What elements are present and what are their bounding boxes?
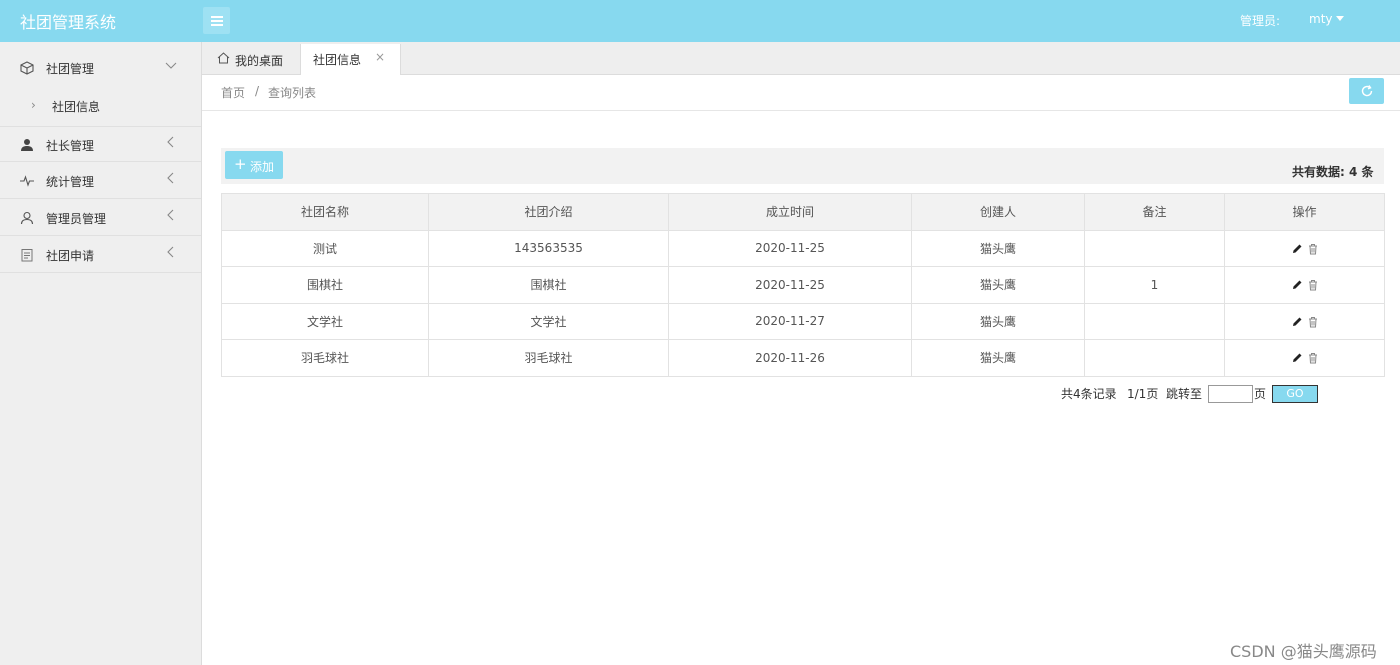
cell-actions [1224, 302, 1385, 340]
club-table: 社团名称 社团介绍 成立时间 创建人 备注 操作 测试 143563535 20… [221, 193, 1385, 377]
chevron-down-icon [165, 59, 177, 74]
trash-icon[interactable] [1307, 279, 1319, 291]
pagination-records: 共4条记录 [1061, 387, 1117, 401]
sidebar-item-club-application[interactable]: 社团申请 [0, 237, 201, 273]
table-row: 文学社 文学社 2020-11-27 猫头鹰 [221, 302, 1385, 340]
cell-club-name: 文学社 [221, 302, 429, 340]
sidebar-item-president-management[interactable]: 社长管理 [0, 126, 201, 162]
column-header: 创建人 [911, 193, 1085, 231]
edit-icon[interactable] [1291, 243, 1303, 255]
cell-club-intro: 文学社 [428, 302, 669, 340]
edit-icon[interactable] [1291, 279, 1303, 291]
sidebar-item-admin-management[interactable]: 管理员管理 [0, 200, 201, 236]
cell-actions [1224, 229, 1385, 267]
cell-founded-date: 2020-11-27 [668, 302, 912, 340]
sidebar-item-label: 社团管理 [46, 62, 95, 76]
cell-remark: 1 [1084, 266, 1225, 304]
breadcrumb-current: 查询列表 [268, 86, 317, 100]
table-row: 羽毛球社 羽毛球社 2020-11-26 猫头鹰 [221, 339, 1385, 377]
table-row: 围棋社 围棋社 2020-11-25 猫头鹰 1 [221, 266, 1385, 304]
breadcrumb-home[interactable]: 首页 [221, 84, 245, 101]
trash-icon[interactable] [1307, 243, 1319, 255]
cell-club-name: 围棋社 [221, 266, 429, 304]
breadcrumb: 首页 / 查询列表 [202, 75, 1400, 111]
column-header: 社团介绍 [428, 193, 669, 231]
sidebar-item-label: 统计管理 [46, 175, 95, 189]
top-header: 社团管理系统 管理员: mty [0, 0, 1400, 42]
table-header-row: 社团名称 社团介绍 成立时间 创建人 备注 操作 [221, 193, 1385, 231]
trash-icon[interactable] [1307, 316, 1319, 328]
admin-user-menu[interactable]: mty [1309, 12, 1333, 26]
cell-creator: 猫头鹰 [911, 302, 1085, 340]
cell-creator: 猫头鹰 [911, 229, 1085, 267]
tab-label: 我的桌面 [235, 54, 284, 68]
cell-creator: 猫头鹰 [911, 266, 1085, 304]
box-icon [20, 61, 34, 75]
go-button[interactable]: GO [1272, 385, 1318, 403]
pagination-jump-label: 跳转至 [1166, 387, 1203, 401]
cell-founded-date: 2020-11-26 [668, 339, 912, 377]
edit-icon[interactable] [1291, 316, 1303, 328]
cell-actions [1224, 266, 1385, 304]
table-toolbar: + 添加 共有数据: 4 条 [221, 148, 1384, 184]
chevron-down-icon[interactable] [1336, 16, 1344, 21]
tab-my-desktop[interactable]: 我的桌面 [204, 44, 300, 76]
page-number-input[interactable] [1208, 385, 1253, 403]
home-icon [217, 52, 230, 64]
total-count: 共有数据: 4 条 [1292, 165, 1374, 179]
cell-actions [1224, 339, 1385, 377]
close-icon[interactable]: × [375, 50, 385, 64]
sidebar: 社团管理 › 社团信息 社长管理 统计管理 管理员管理 社团申请 [0, 42, 202, 665]
sidebar-subitem-club-info[interactable]: › 社团信息 [0, 88, 201, 124]
chevron-left-icon [165, 136, 177, 151]
tab-club-info[interactable]: 社团信息 × [300, 44, 401, 76]
cell-club-name: 测试 [221, 229, 429, 267]
add-button-label: 添加 [250, 160, 275, 174]
pagination-page: 1/1页 [1127, 387, 1159, 401]
admin-label: 管理员: [1240, 14, 1281, 28]
refresh-icon [1361, 85, 1373, 97]
edit-icon[interactable] [1291, 352, 1303, 364]
refresh-button[interactable] [1349, 78, 1384, 104]
cell-club-intro: 143563535 [428, 229, 669, 267]
menu-toggle-button[interactable] [203, 7, 230, 34]
pulse-icon [20, 174, 34, 188]
add-button[interactable]: + 添加 [225, 151, 283, 179]
cell-remark [1084, 339, 1225, 377]
chevron-left-icon [165, 172, 177, 187]
sidebar-subitem-label: 社团信息 [52, 100, 101, 114]
cell-club-name: 羽毛球社 [221, 339, 429, 377]
sidebar-item-label: 社团申请 [46, 249, 95, 263]
user-outline-icon [20, 211, 34, 225]
column-header: 备注 [1084, 193, 1225, 231]
person-icon [20, 138, 34, 152]
cell-founded-date: 2020-11-25 [668, 266, 912, 304]
column-header: 成立时间 [668, 193, 912, 231]
cell-remark [1084, 229, 1225, 267]
sidebar-item-label: 管理员管理 [46, 212, 107, 226]
sidebar-item-label: 社长管理 [46, 139, 95, 153]
tab-bar: 我的桌面 社团信息 × [202, 42, 1400, 76]
sidebar-item-statistics-management[interactable]: 统计管理 [0, 163, 201, 199]
cell-founded-date: 2020-11-25 [668, 229, 912, 267]
column-header: 社团名称 [221, 193, 429, 231]
sidebar-item-club-management[interactable]: 社团管理 [0, 50, 201, 84]
cell-creator: 猫头鹰 [911, 339, 1085, 377]
column-header: 操作 [1224, 193, 1385, 231]
tab-label: 社团信息 [313, 53, 362, 67]
plus-icon: + [234, 155, 247, 173]
table-row: 测试 143563535 2020-11-25 猫头鹰 [221, 229, 1385, 267]
app-title: 社团管理系统 [20, 13, 117, 32]
chevron-left-icon [165, 209, 177, 224]
chevron-left-icon [165, 246, 177, 261]
cell-club-intro: 围棋社 [428, 266, 669, 304]
cell-remark [1084, 302, 1225, 340]
trash-icon[interactable] [1307, 352, 1319, 364]
pagination-page-suffix: 页 [1254, 387, 1267, 401]
chevron-right-icon: › [31, 98, 36, 112]
watermark: CSDN @猫头鹰源码 [1230, 642, 1377, 661]
cell-club-intro: 羽毛球社 [428, 339, 669, 377]
breadcrumb-separator: / [255, 84, 260, 98]
clipboard-icon [20, 248, 34, 262]
